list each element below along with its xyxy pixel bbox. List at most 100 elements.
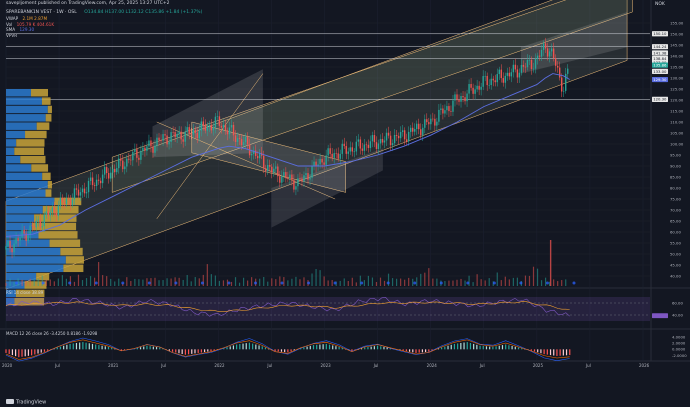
- candle-body: [283, 172, 285, 177]
- macd-histogram-bar: [264, 347, 267, 350]
- macd-histogram-bar: [482, 346, 484, 350]
- time-tick-label: Jul: [54, 363, 60, 368]
- macd-histogram-bar: [530, 349, 532, 351]
- rsi-value-tag: [652, 313, 668, 319]
- volume-profile-down-bar: [14, 147, 45, 155]
- volume-bar: [102, 275, 104, 286]
- price-tick-label: 130.00: [670, 75, 684, 80]
- volume-bar: [275, 279, 277, 286]
- candle-body: [498, 69, 500, 75]
- price-tick-label: 50.00: [670, 251, 681, 256]
- candle-body: [267, 165, 269, 172]
- candle-body: [79, 192, 82, 196]
- candle-body: [146, 146, 148, 151]
- price-tick-label: 110.00: [670, 119, 684, 124]
- price-tick-label: 40.00: [670, 273, 681, 278]
- volume-bar: [432, 278, 434, 286]
- macd-histogram-bar: [405, 349, 407, 352]
- volume-bar: [73, 281, 76, 286]
- candle-body: [33, 226, 35, 228]
- volume-bar: [77, 274, 80, 286]
- macd-histogram-bar: [15, 349, 17, 357]
- volume-bar: [57, 278, 59, 286]
- candle-body: [47, 211, 49, 216]
- candle-body: [71, 199, 74, 206]
- volume-bar: [549, 240, 552, 286]
- price-tick-label: 90.00: [670, 163, 681, 168]
- candle-body: [95, 179, 98, 186]
- macd-histogram-bar: [412, 349, 414, 353]
- candle-body: [424, 119, 426, 128]
- candle-body: [422, 127, 424, 136]
- macd-legend[interactable]: MACD 12 26 close 26 -3.4250 0.8186 -1.92…: [6, 331, 97, 336]
- rsi-legend[interactable]: RSI 14 close 38.89: [6, 290, 43, 295]
- macd-histogram-bar: [325, 343, 327, 350]
- candle-body: [379, 138, 382, 144]
- macd-histogram-bar: [373, 346, 375, 350]
- volume-bar: [516, 277, 518, 286]
- candle-body: [297, 178, 299, 187]
- symbol-name[interactable]: SPAREBANK1N VEST · 1W · OSL: [6, 10, 77, 15]
- macd-histogram-bar: [402, 349, 404, 351]
- macd-histogram-bar: [242, 343, 244, 350]
- earnings-marker-icon: [121, 281, 125, 285]
- candle-body: [563, 90, 565, 92]
- candle-body: [339, 153, 341, 159]
- candle-body: [508, 72, 511, 77]
- vol-legend[interactable]: Vol 105.79 K 404.61K: [6, 22, 54, 27]
- volume-profile-down-bar: [45, 114, 52, 122]
- candle-body: [552, 48, 555, 58]
- candle-body: [291, 174, 293, 181]
- vpvr-legend[interactable]: VPVR: [6, 33, 17, 38]
- price-label-text: 133.00: [653, 69, 667, 74]
- macd-tick-label: 4.0000: [672, 335, 686, 340]
- candle-body: [41, 226, 43, 228]
- candle-body: [409, 127, 412, 132]
- volume-bar: [53, 281, 55, 286]
- candle-body: [560, 77, 563, 92]
- candle-body: [238, 138, 241, 140]
- sma-legend[interactable]: SMA 129.30: [6, 27, 34, 32]
- earnings-marker-icon: [15, 281, 19, 285]
- candle-body: [103, 167, 106, 175]
- candle-body: [436, 121, 438, 126]
- vwap-legend[interactable]: VWAP 2.1M 2.87M: [6, 16, 47, 21]
- candle-body: [160, 140, 162, 141]
- earnings-marker-icon: [280, 281, 284, 285]
- earnings-marker-icon: [466, 281, 470, 285]
- macd-histogram-bar: [543, 349, 545, 355]
- candle-body: [389, 135, 392, 146]
- volume-bar: [206, 264, 208, 286]
- currency-badge[interactable]: NOK: [655, 2, 665, 7]
- candle-body: [186, 127, 188, 132]
- macd-histogram-bar: [59, 346, 62, 350]
- candle-body: [206, 126, 209, 131]
- candle-body: [101, 174, 104, 184]
- macd-histogram-bar: [466, 342, 468, 350]
- volume-bar: [299, 279, 301, 286]
- volume-bar: [504, 276, 506, 286]
- candle-body: [536, 55, 539, 59]
- macd-histogram-bar: [473, 343, 475, 350]
- candle-body: [69, 199, 72, 206]
- candle-body: [226, 130, 229, 135]
- candle-body: [311, 165, 313, 178]
- macd-histogram-bar: [226, 347, 228, 350]
- macd-histogram-bar: [328, 344, 331, 350]
- candle-body: [184, 131, 186, 142]
- macd-histogram-bar: [21, 349, 23, 357]
- volume-profile-up-bar: [6, 105, 48, 114]
- volume-bar: [524, 275, 527, 286]
- macd-histogram-bar: [489, 346, 491, 350]
- candle-body: [89, 177, 92, 181]
- candle-body: [13, 243, 15, 253]
- price-tick-label: 95.00: [670, 152, 681, 157]
- candle-body: [530, 59, 533, 69]
- macd-histogram-bar: [287, 349, 289, 353]
- volume-profile-up-bar: [6, 122, 37, 130]
- candle-body: [168, 142, 170, 145]
- trading-chart[interactable]: 40.00 45.00 50.00 55.00 60.00 65.00 70.00 75.00…: [0, 0, 690, 407]
- header-publisher: savepljoment published on TradingView.co…: [6, 1, 170, 6]
- candle-body: [512, 64, 515, 73]
- volume-bar: [540, 280, 543, 286]
